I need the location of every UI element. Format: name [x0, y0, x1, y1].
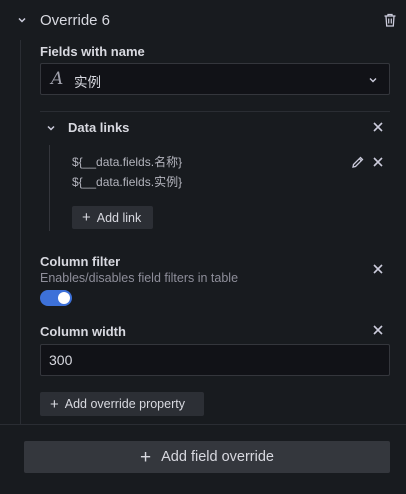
fields-with-name-label: Fields with name: [40, 44, 145, 59]
override-title: Override 6: [40, 12, 111, 29]
close-icon[interactable]: [371, 262, 385, 276]
override-header[interactable]: Override 6: [0, 0, 406, 40]
field-name-select[interactable]: A 实例: [40, 63, 390, 95]
divider: [40, 111, 390, 112]
chevron-down-icon[interactable]: [16, 14, 28, 26]
column-width-label: Column width: [40, 324, 126, 339]
toggle-knob: [58, 292, 70, 304]
add-override-property-label: Add override property: [64, 397, 185, 411]
chevron-down-icon: [367, 73, 379, 91]
add-field-override-label: Add field override: [161, 449, 274, 465]
add-field-override-button[interactable]: + Add field override: [24, 441, 390, 473]
data-link-item: ${__data.fields.名称}: [72, 155, 183, 169]
column-filter-toggle[interactable]: [40, 290, 72, 306]
chevron-down-icon[interactable]: [45, 122, 57, 134]
function-icon: A: [51, 69, 64, 89]
close-icon[interactable]: [371, 323, 385, 337]
data-link-item: ${__data.fields.实例}: [72, 175, 183, 189]
column-width-input[interactable]: 300: [40, 344, 390, 376]
plus-icon: +: [82, 209, 91, 226]
links-indent-line: [49, 145, 50, 231]
close-icon[interactable]: [371, 155, 385, 169]
plus-icon: +: [50, 395, 59, 413]
column-filter-label: Column filter: [40, 254, 121, 269]
data-links-label: Data links: [68, 120, 130, 135]
trash-icon[interactable]: [382, 12, 398, 28]
close-icon[interactable]: [371, 120, 385, 134]
plus-icon: +: [140, 446, 152, 468]
indent-line: [20, 40, 21, 424]
column-filter-description: Enables/disables field filters in table: [40, 271, 239, 285]
add-link-button[interactable]: + Add link: [72, 206, 153, 229]
field-name-value: 实例: [74, 75, 101, 90]
add-link-label: Add link: [96, 210, 142, 225]
pencil-icon[interactable]: [351, 155, 365, 169]
override-panel: Override 6 Fields with name A 实例 Data li…: [0, 0, 406, 424]
add-override-property-button[interactable]: + Add override property: [40, 392, 204, 416]
section-divider: [0, 424, 406, 425]
